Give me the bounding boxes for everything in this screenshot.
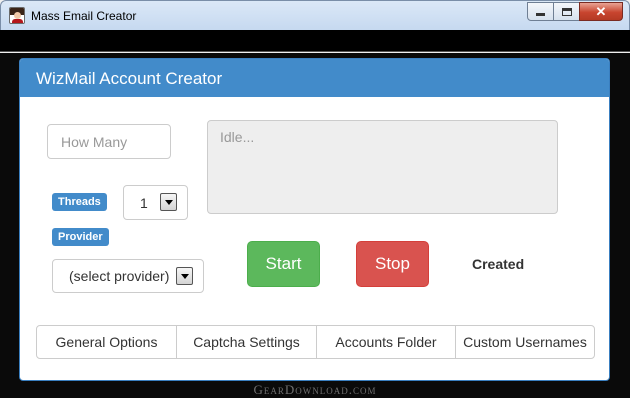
menu-band [0,30,630,52]
watermark: GearDownload.com [253,382,377,397]
created-counter: Created [472,256,525,272]
account-creator-panel: WizMail Account Creator Threads 1 Provid… [19,58,610,381]
minimize-icon [536,13,545,16]
panel-heading: WizMail Account Creator [20,59,609,97]
minimize-button[interactable] [527,2,554,21]
window-titlebar[interactable]: Mass Email Creator ✕ [0,0,630,30]
tab-accounts-folder[interactable]: Accounts Folder [316,325,456,359]
window-title: Mass Email Creator [31,9,137,23]
start-button[interactable]: Start [247,241,320,287]
close-button[interactable]: ✕ [579,2,623,21]
window-controls: ✕ [527,2,623,21]
provider-select[interactable]: (select provider) [52,259,204,293]
threads-label: Threads [52,193,107,211]
tab-general-options[interactable]: General Options [36,325,177,359]
provider-value: (select provider) [69,268,170,284]
threads-value: 1 [140,195,148,211]
app-icon [9,7,25,24]
provider-label: Provider [52,228,109,246]
dropdown-arrow-icon[interactable] [176,267,193,285]
tab-captcha-settings[interactable]: Captcha Settings [176,325,317,359]
close-icon: ✕ [595,3,607,19]
maximize-button[interactable] [553,2,580,21]
dropdown-arrow-icon[interactable] [160,193,177,211]
how-many-input[interactable] [47,124,171,159]
threads-select[interactable]: 1 [123,185,188,220]
options-tab-bar: General Options Captcha Settings Account… [36,325,595,359]
maximize-icon [561,7,572,16]
status-log[interactable] [207,120,558,214]
stop-button[interactable]: Stop [356,241,429,287]
tab-custom-usernames[interactable]: Custom Usernames [455,325,595,359]
